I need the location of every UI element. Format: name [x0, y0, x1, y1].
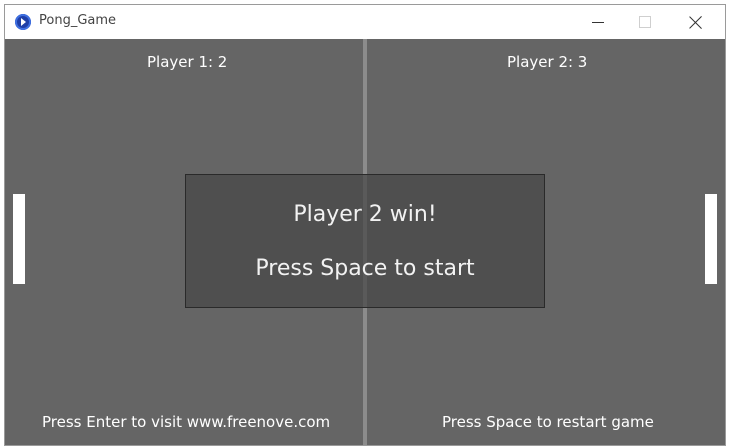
minimize-icon: [592, 22, 604, 23]
game-over-dialog: Player 2 win! Press Space to start: [185, 174, 545, 308]
right-paddle: [705, 194, 717, 284]
player1-score: Player 1: 2: [147, 53, 228, 71]
window-title: Pong_Game: [39, 13, 117, 28]
maximize-button[interactable]: [621, 5, 667, 39]
close-icon: [689, 15, 703, 29]
visit-website-hint: Press Enter to visit www.freenove.com: [42, 413, 331, 431]
player2-score: Player 2: 3: [507, 53, 588, 71]
restart-hint: Press Space to restart game: [442, 413, 654, 431]
title-bar[interactable]: Pong_Game: [5, 5, 725, 39]
app-icon: [15, 14, 31, 30]
game-canvas[interactable]: Player 1: 2 Player 2: 3 Player 2 win! Pr…: [5, 39, 725, 445]
left-paddle: [13, 194, 25, 284]
maximize-icon: [639, 16, 651, 28]
minimize-button[interactable]: [575, 5, 621, 39]
start-prompt: Press Space to start: [255, 256, 475, 281]
app-window: Pong_Game Player 1: 2 Player 2: 3 Player…: [4, 4, 726, 446]
close-button[interactable]: [673, 5, 719, 39]
winner-message: Player 2 win!: [293, 202, 437, 227]
